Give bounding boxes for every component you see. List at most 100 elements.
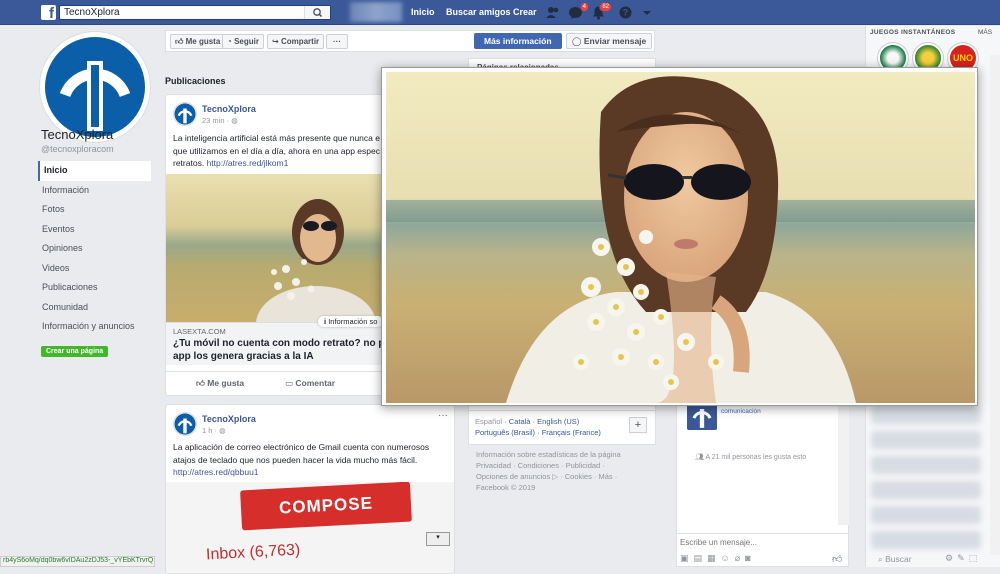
footer-links: Información sobre estadísticas de la pág… [476,449,656,493]
post-author-avatar[interactable] [173,412,197,436]
contact-row[interactable] [871,506,981,524]
post-author-name[interactable]: TecnoXplora [202,414,256,424]
more-languages-button[interactable]: + [629,417,647,433]
messages-icon[interactable]: 4 [568,2,589,20]
page-profile-picture[interactable] [40,32,150,142]
profile-avatar[interactable] [350,2,402,22]
post-timestamp[interactable]: 23 min · ◍ [202,116,238,125]
chat-likes-count: 👥︎ A 21 mil personas les gusta esto [695,454,807,461]
lang-fr[interactable]: Français (France) [542,428,601,437]
info-tag[interactable]: i Información so [318,316,384,327]
lang-ca[interactable]: Català [509,417,531,426]
enlarged-photo[interactable] [386,72,975,403]
left-nav-home[interactable]: Inicio [38,161,151,181]
left-nav-info[interactable]: Información [38,181,151,201]
inbox-count-photo: Inbox (6,763) [205,541,301,564]
footer-privacy-links[interactable]: Privacidad · Condiciones · Publicidad · [476,460,656,471]
more-info-button[interactable]: Más información [474,33,562,49]
search-icon: ⌕ [878,554,883,564]
woman-with-flowers-photo [386,72,975,403]
sticker-icon[interactable]: ▦ [707,553,721,563]
nav-home-link[interactable]: Inicio [411,7,435,17]
share-label: Compartir [280,37,320,46]
new-message-icon[interactable]: ✎ [957,553,969,563]
chat-tools: ▣▤▦☺⌀◙ [680,553,756,564]
post-like-button[interactable]: 👍︎ Me gusta [196,378,244,389]
post-author-avatar[interactable] [173,102,197,126]
page-chat-panel: comunicación 👥︎ A 21 mil personas les gu… [676,395,849,567]
image-icon[interactable]: ▣ [680,553,694,563]
post-image[interactable]: COMPOSE Inbox (6,763) ▾ [166,482,454,573]
chat-like-button[interactable]: 👍︎ [832,553,842,565]
footer-ads-links[interactable]: Opciones de anuncios ▷ · Cookies · Más · [476,471,656,482]
tecnoxplora-logo-icon [45,37,145,137]
tecnoxplora-logo-icon [174,103,196,125]
sidebar-tools: ⚙✎⬚ [945,553,981,564]
page-name[interactable]: TecnoXplora [41,127,113,142]
help-icon[interactable]: ? [618,5,633,20]
account-menu-chevron-down-icon[interactable] [640,5,655,20]
left-nav-info-and-ads[interactable]: Información y anuncios [38,317,151,337]
notifications-icon[interactable]: 82 [591,2,612,20]
left-nav-videos[interactable]: Videos [38,259,151,279]
search-button[interactable] [304,6,330,19]
compose-button-photo: COMPOSE [240,482,412,531]
sidebar-scrollbar[interactable] [990,55,1000,555]
link-source: LASEXTA.COM [173,327,226,336]
expand-icon[interactable]: ⬚ [969,553,982,563]
attach-icon[interactable]: ⌀ [735,553,745,563]
tecnoxplora-logo-icon [692,409,712,428]
post-options-icon[interactable]: ··· [438,410,448,421]
send-message-button[interactable]: ◯ Enviar mensaje [566,33,653,49]
contact-row[interactable] [871,531,981,549]
comment-icon: ▭ [285,378,294,388]
left-nav-posts[interactable]: Publicaciones [38,278,151,298]
instant-games-more-link[interactable]: MÁS [978,29,992,36]
thumbs-up-icon: 👍︎ [196,378,205,388]
svg-text:?: ? [623,8,629,18]
left-nav-community[interactable]: Comunidad [38,298,151,318]
lang-es[interactable]: Español [475,417,502,426]
left-nav-photos[interactable]: Fotos [38,200,151,220]
chat-message-input[interactable] [680,538,846,547]
facebook-logo-icon[interactable]: f [41,5,56,20]
follow-button[interactable]: ◔ Seguir [222,34,264,49]
left-nav-events[interactable]: Eventos [38,220,151,240]
more-options-button[interactable]: ··· [326,34,348,49]
page-like-button[interactable]: 👍︎ Me gusta [170,34,226,49]
sidebar-search-input[interactable]: ⌕ Buscar [878,554,912,565]
messages-badge: 4 [579,2,589,12]
left-nav-reviews[interactable]: Opiniones [38,239,151,259]
nav-create-link[interactable]: Crear [513,7,537,17]
contact-row[interactable] [871,456,981,474]
page-navigation: Inicio Información Fotos Eventos Opinion… [38,161,151,337]
share-icon: ↪ [272,37,279,46]
globe-icon: ◍ [231,116,238,125]
search-input[interactable] [60,6,305,19]
page-handle[interactable]: @tecnoxploracom [41,144,114,154]
share-button[interactable]: ↪ Compartir [267,34,325,49]
post-comment-button[interactable]: ▭ Comentar [285,378,335,389]
footer-stats-link[interactable]: Información sobre estadísticas de la pág… [476,449,656,460]
search-box [59,5,331,20]
post-author-name[interactable]: TecnoXplora [202,104,256,114]
enlarged-photo-popup [381,67,978,406]
post-link[interactable]: http://atres.red/qbbuu1 [173,467,259,477]
nav-find-friends-link[interactable]: Buscar amigos [446,7,511,17]
create-page-button[interactable]: Crear una página [41,346,109,357]
post-link[interactable]: http://atres.red/jlkom1 [207,158,289,168]
gear-icon[interactable]: ⚙ [945,553,957,563]
contact-row[interactable] [871,481,981,499]
camera-icon[interactable]: ◙ [745,553,755,563]
follow-label: Seguir [234,37,259,46]
post-timestamp[interactable]: 1 h · ◍ [202,426,226,435]
lang-en[interactable]: English (US) [537,417,579,426]
contact-row[interactable] [871,431,981,449]
lang-pt[interactable]: Português (Brasil) [475,428,535,437]
gif-icon[interactable]: ▤ [694,553,708,563]
emoji-icon[interactable]: ☺ [721,553,735,563]
friend-requests-icon[interactable] [545,5,560,20]
chat-scrollbar[interactable] [838,395,849,525]
contact-row[interactable] [871,406,981,424]
status-url-bar: rb4yS6oMq/dq0bw6vIDAu2zDJ53-_vYEbKTrvrQ [0,556,155,567]
